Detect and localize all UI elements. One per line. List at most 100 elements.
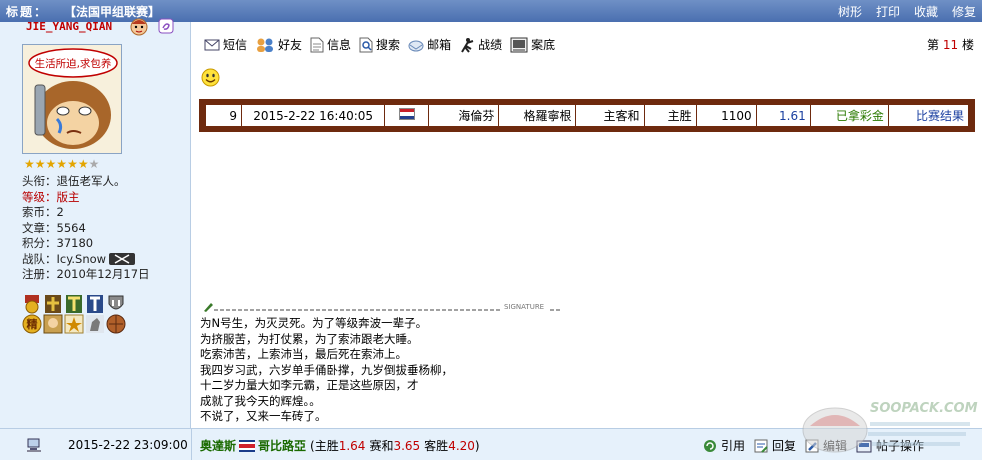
medal-portrait-icon	[43, 314, 63, 334]
star-filled-icon: ★	[77, 157, 89, 171]
info-title-label: 头衔：	[22, 174, 57, 188]
match-odds: 奥達斯 哥比路亞 (主胜 1.64 赛和 3.65 客胜 4.20 )	[200, 437, 480, 454]
close-paren: )	[474, 438, 480, 453]
quote-icon	[704, 439, 716, 452]
case-file-icon	[510, 37, 528, 52]
home-win-label: (主胜	[310, 439, 339, 453]
footer-divider	[191, 429, 192, 460]
medal-t-icon	[66, 295, 82, 313]
info-coins-value: 2	[56, 205, 64, 219]
monkey-avatar-image: 生活所迫,求包养	[23, 45, 121, 153]
title-label: 标题：	[6, 4, 49, 19]
bet-flag-cell	[384, 104, 430, 127]
info-button[interactable]: 信息	[310, 36, 351, 53]
info-coins: 索币： 2	[22, 205, 150, 221]
bet-table: 9 2015-2-22 16:40:05 海倫芬 格羅寧根 主客和 主胜 110…	[204, 104, 970, 127]
mail-icon	[408, 40, 424, 51]
signature-line: 我四岁习武，六岁单手俑卧撑，九岁倒拔垂杨柳，	[200, 362, 453, 377]
medal-ball-icon	[106, 314, 126, 334]
info-posts: 文章： 5564	[22, 221, 150, 237]
signature-line: 为挤服苦，为打仗累，为了索沛跟老大睡。	[200, 331, 419, 346]
signature-text: 为N号生，为灭灵死。为了等级奔波一辈子。 为挤服苦，为打仗累，为了索沛跟老大睡。…	[200, 316, 453, 425]
document-icon	[310, 37, 324, 52]
info-team: 战队： Icy.Snow	[22, 252, 150, 268]
info-points-value: 37180	[56, 236, 94, 250]
user-info: 头衔： 退伍老军人。 等级： 版主 索币： 2 文章： 5564 积分： 37180 战队…	[22, 174, 150, 283]
friend-label: 好友	[278, 38, 303, 52]
info-team-label: 战队：	[22, 251, 57, 266]
netherlands-flag-icon	[398, 108, 415, 120]
computer-icon	[27, 438, 41, 452]
bet-row: 9 2015-2-22 16:40:05 海倫芬 格羅寧根 主客和 主胜 110…	[204, 104, 970, 127]
friends-icon	[257, 38, 274, 52]
draw-label: 赛和	[369, 439, 394, 453]
away-team-name[interactable]: 哥比路亞	[258, 437, 306, 454]
floor-suffix: 楼	[961, 38, 974, 52]
info-title: 头衔： 退伍老军人。	[22, 174, 150, 190]
medal-flag-icon	[87, 295, 103, 313]
sms-label: 短信	[223, 38, 248, 52]
bet-odds: 1.61	[755, 104, 811, 127]
online-face-icon	[130, 18, 148, 36]
search-label: 搜索	[376, 38, 401, 52]
star-filled-icon: ★	[67, 157, 78, 171]
info-registered: 注册： 2010年12月17日	[22, 267, 150, 283]
star-filled-icon: ★	[56, 157, 68, 171]
watermark-text: SOOPACK.COM	[870, 401, 978, 416]
medal-area: 精	[22, 294, 132, 334]
bet-stake: 1100	[695, 104, 757, 127]
info-level-label: 等级：	[22, 189, 57, 204]
bet-result: 主胜	[643, 104, 697, 127]
costa-rica-flag-icon	[239, 439, 256, 452]
bet-datetime: 2015-2-22 16:40:05	[241, 104, 386, 127]
signature-line: 为N号生，为灭灵死。为了等级奔波一辈子。	[200, 316, 428, 330]
match-result-link[interactable]: 比赛结果	[887, 104, 970, 127]
signature-divider: SIGNATURE	[204, 303, 560, 312]
mailbox-button[interactable]: 邮箱	[408, 36, 451, 53]
favorite-link[interactable]: 收藏	[914, 3, 938, 20]
friend-button[interactable]: 好友	[255, 36, 302, 53]
post-time: 2015-2-22 23:09:00	[68, 438, 188, 452]
bet-status: 已拿彩金	[809, 104, 889, 127]
print-link[interactable]: 打印	[876, 3, 900, 20]
info-level-value: 版主	[56, 189, 80, 204]
floor-number: 第 11 楼	[927, 36, 974, 53]
bet-record: 9 2015-2-22 16:40:05 海倫芬 格羅寧根 主客和 主胜 110…	[199, 99, 975, 132]
team-logo-icon	[109, 253, 136, 266]
medal-shield-icon	[108, 295, 124, 310]
search-icon	[359, 37, 373, 52]
username-link[interactable]: JIE_YANG_QIAN	[26, 20, 112, 33]
signature-line: 成就了我今天的辉煌。。	[200, 393, 321, 408]
medal-ribbon-icon	[25, 295, 39, 314]
repair-link[interactable]: 修复	[952, 3, 976, 20]
case-button[interactable]: 案底	[510, 36, 555, 53]
site-watermark-logo: SOOPACK.COM	[802, 401, 978, 453]
bet-away-team: 格羅寧根	[498, 104, 577, 127]
message-user-icon[interactable]	[158, 18, 174, 34]
away-win-odds: 4.20	[448, 438, 475, 453]
medal-elite-icon: 精	[22, 314, 42, 334]
reply-icon	[754, 439, 768, 453]
info-level: 等级： 版主	[22, 190, 150, 206]
info-coins-label: 索币：	[22, 205, 57, 219]
info-team-value[interactable]: Icy.Snow	[57, 252, 107, 268]
smile-icon	[201, 68, 220, 87]
record-button[interactable]: 战绩	[459, 36, 502, 53]
star-filled-icon: ★	[34, 157, 46, 171]
signature-line: 不说了，又来一车砖了。	[200, 409, 327, 423]
bet-number: 9	[204, 104, 243, 127]
info-registered-label: 注册：	[22, 267, 57, 281]
quote-button[interactable]: 引用	[703, 437, 745, 454]
info-points: 积分： 37180	[22, 236, 150, 252]
tree-view-link[interactable]: 树形	[838, 3, 862, 20]
search-button[interactable]: 搜索	[359, 36, 400, 53]
rating-stars: ★ ★ ★ ★ ★ ★ ★	[24, 158, 99, 171]
info-registered-value: 2010年12月17日	[56, 267, 150, 281]
bet-pick-type: 主客和	[575, 104, 645, 127]
floor-value: 11	[942, 38, 959, 52]
home-team-name[interactable]: 奥達斯	[200, 437, 236, 454]
sms-button[interactable]: 短信	[204, 36, 247, 53]
medal-cross-icon	[45, 295, 61, 313]
away-win-label: 客胜	[424, 439, 449, 453]
medal-horse-icon	[86, 315, 104, 333]
